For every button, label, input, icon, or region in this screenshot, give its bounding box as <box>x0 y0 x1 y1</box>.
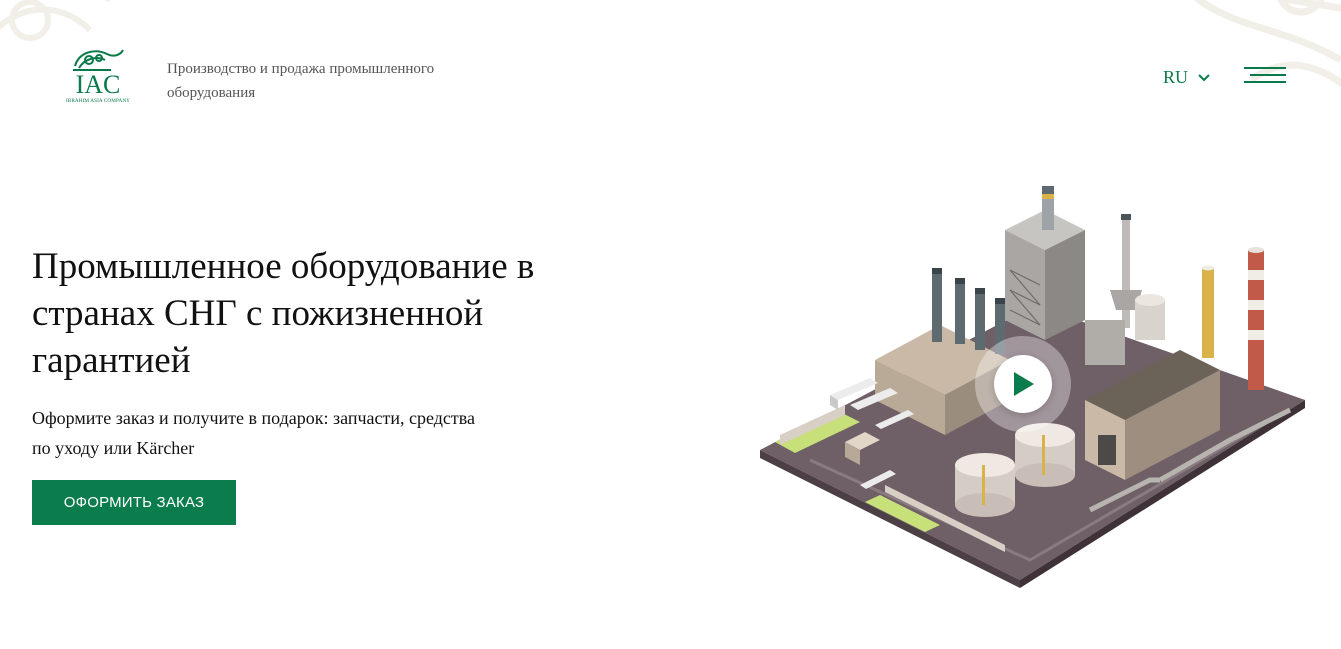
play-icon <box>1014 372 1034 396</box>
chevron-down-icon <box>1198 73 1210 81</box>
language-selector[interactable]: RU <box>1163 67 1210 88</box>
hero-subtitle: Оформите заказ и получите в подарок: зап… <box>32 408 476 458</box>
page: IAC IBRAHIM ASIA COMPANY Производство и … <box>0 0 1341 649</box>
play-video-button[interactable] <box>975 336 1071 432</box>
corner-ornament-right <box>1193 0 1341 88</box>
menu-line-top <box>1244 67 1286 69</box>
logo-mark: IAC <box>75 70 121 99</box>
menu-line-middle <box>1250 74 1286 76</box>
hero-title: Промышленное оборудование в странах СНГ … <box>32 246 535 381</box>
logo-subtitle: IBRAHIM ASIA COMPANY <box>65 98 131 104</box>
company-logo[interactable]: IAC IBRAHIM ASIA COMPANY <box>56 44 140 116</box>
header-tagline: Производство и продажа промышленного обо… <box>167 61 435 101</box>
language-current: RU <box>1163 67 1189 87</box>
hamburger-menu-icon[interactable] <box>1244 66 1286 86</box>
order-button[interactable]: ОФОРМИТЬ ЗАКАЗ <box>32 480 236 525</box>
menu-line-bottom <box>1244 81 1286 83</box>
play-button-circle <box>994 355 1052 413</box>
